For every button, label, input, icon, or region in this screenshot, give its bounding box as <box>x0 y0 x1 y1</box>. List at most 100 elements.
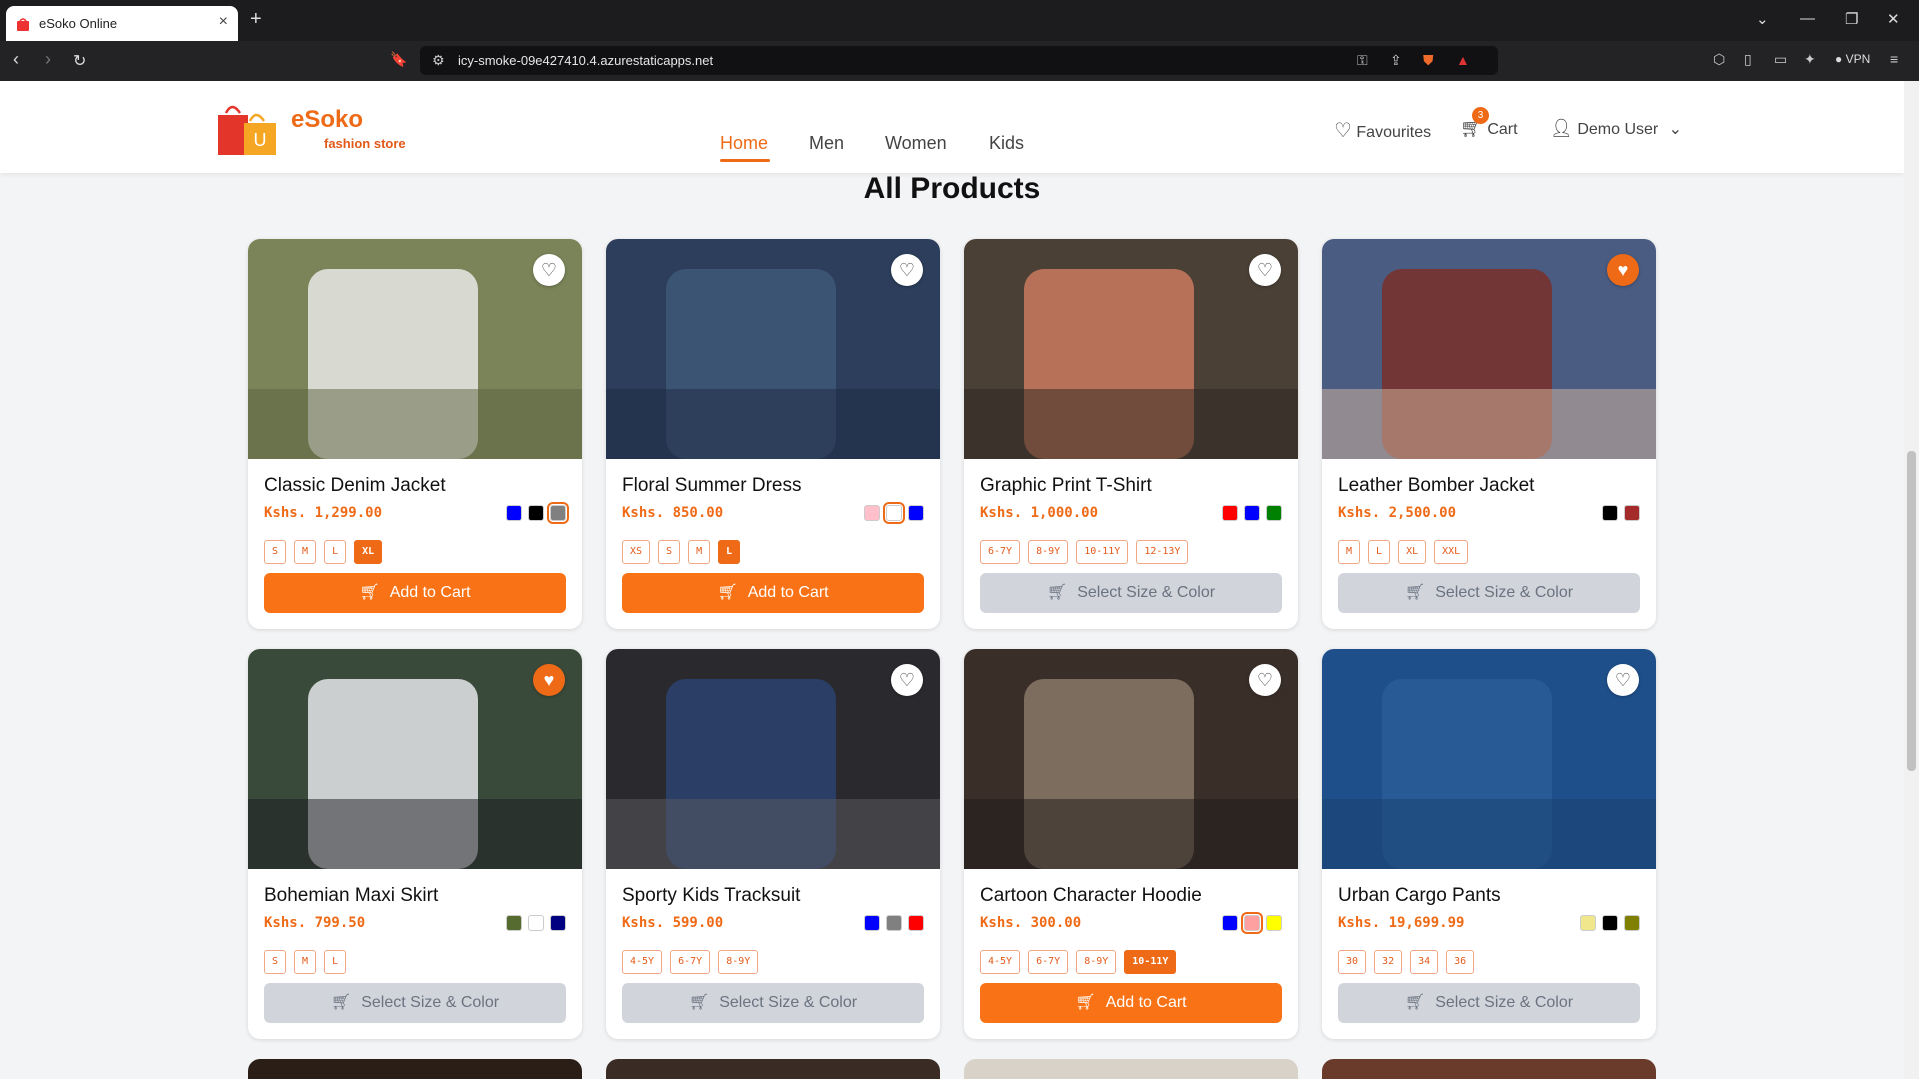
size-option[interactable]: S <box>658 540 681 564</box>
color-swatch[interactable] <box>528 505 544 521</box>
size-option[interactable]: XS <box>622 540 651 564</box>
browser-tab[interactable]: eSoko Online × <box>6 6 238 41</box>
product-image[interactable] <box>248 649 582 869</box>
size-option[interactable]: 30 <box>1338 950 1367 974</box>
color-swatch[interactable] <box>1222 505 1238 521</box>
nav-home[interactable]: Home <box>720 133 768 154</box>
product-card[interactable]: ♡ Classic Denim Jacket Kshs. 1,299.00 S M L XL… <box>248 239 582 629</box>
size-option[interactable]: XXL <box>1434 540 1469 564</box>
url-text[interactable]: icy-smoke-09e427410.4.azurestaticapps.ne… <box>458 53 713 68</box>
color-swatch[interactable] <box>1602 915 1618 931</box>
product-name[interactable]: Sporty Kids Tracksuit <box>622 885 800 907</box>
size-option[interactable]: 12-13Y <box>1136 540 1189 564</box>
product-card[interactable]: ♡ Graphic Print T-Shirt Kshs. 1,000.00 6-7Y… <box>964 239 1298 629</box>
size-option[interactable]: S <box>264 950 287 974</box>
favourite-heart-icon[interactable]: ♡ <box>1249 664 1281 696</box>
size-option[interactable]: 34 <box>1410 950 1439 974</box>
menu-icon[interactable]: ≡ <box>1890 51 1898 67</box>
back-icon[interactable]: ‹ <box>13 49 19 70</box>
size-option[interactable]: M <box>294 950 317 974</box>
color-swatch[interactable] <box>1266 505 1282 521</box>
product-image[interactable] <box>1322 649 1656 869</box>
brave-shield-icon[interactable]: ⛊ <box>1423 52 1434 69</box>
address-bar[interactable]: ⚙ icy-smoke-09e427410.4.azurestaticapps.… <box>420 46 1498 75</box>
color-swatch[interactable] <box>1241 912 1263 934</box>
color-swatch[interactable] <box>886 915 902 931</box>
product-card[interactable]: ♡ Cartoon Character Hoodie Kshs. 300.00 4-5… <box>964 649 1298 1039</box>
product-name[interactable]: Bohemian Maxi Skirt <box>264 885 438 907</box>
nav-kids[interactable]: Kids <box>989 133 1024 154</box>
size-option[interactable]: L <box>1368 540 1391 564</box>
page-scrollbar[interactable] <box>1904 81 1919 1079</box>
tab-list-icon[interactable]: ⌄ <box>1756 10 1769 28</box>
product-image[interactable] <box>1322 239 1656 459</box>
color-swatch[interactable] <box>1602 505 1618 521</box>
add-to-cart-button[interactable]: 🛒︎ Add to Cart <box>622 573 924 613</box>
size-option[interactable]: 6-7Y <box>670 950 711 974</box>
user-menu[interactable]: 👤︎ Demo User ⌄ <box>1550 118 1682 139</box>
add-to-cart-button[interactable]: 🛒︎ Select Size & Color <box>622 983 924 1023</box>
size-option[interactable]: M <box>294 540 317 564</box>
add-to-cart-button[interactable]: 🛒︎ Select Size & Color <box>1338 983 1640 1023</box>
size-option[interactable]: 6-7Y <box>980 540 1021 564</box>
color-swatch[interactable] <box>908 915 924 931</box>
color-swatch[interactable] <box>550 915 566 931</box>
size-option[interactable]: 8-9Y <box>1076 950 1117 974</box>
share-icon[interactable]: ⇪ <box>1390 52 1402 69</box>
color-swatch[interactable] <box>908 505 924 521</box>
product-name[interactable]: Cartoon Character Hoodie <box>980 885 1202 907</box>
size-option[interactable]: L <box>324 950 347 974</box>
bookmark-icon[interactable]: 🔖 <box>390 51 407 68</box>
color-swatch[interactable] <box>1624 915 1640 931</box>
nav-men[interactable]: Men <box>809 133 844 154</box>
size-option[interactable]: M <box>688 540 711 564</box>
color-swatch[interactable] <box>883 502 905 524</box>
add-to-cart-button[interactable]: 🛒︎ Select Size & Color <box>264 983 566 1023</box>
scrollbar-thumb[interactable] <box>1907 451 1916 771</box>
product-image[interactable] <box>606 649 940 869</box>
product-name[interactable]: Urban Cargo Pants <box>1338 885 1501 907</box>
restore-icon[interactable]: ❐ <box>1845 10 1858 28</box>
color-swatch[interactable] <box>1266 915 1282 931</box>
wallet-icon[interactable]: ▭ <box>1774 51 1787 68</box>
site-info-icon[interactable]: ⚙ <box>432 52 445 69</box>
color-swatch[interactable] <box>864 915 880 931</box>
close-tab-icon[interactable]: × <box>219 13 228 31</box>
product-image[interactable] <box>248 239 582 459</box>
favourite-heart-icon[interactable]: ♡ <box>1607 664 1639 696</box>
favourites-link[interactable]: ♡ Favourites <box>1334 118 1431 143</box>
color-swatch[interactable] <box>1580 915 1596 931</box>
rewards-icon[interactable]: ▲ <box>1456 52 1470 68</box>
product-name[interactable]: Floral Summer Dress <box>622 475 801 497</box>
color-swatch[interactable] <box>506 915 522 931</box>
extensions-icon[interactable]: ⬡ <box>1713 51 1725 68</box>
product-name[interactable]: Graphic Print T-Shirt <box>980 475 1152 497</box>
leo-ai-icon[interactable]: ✦ <box>1804 51 1816 68</box>
add-to-cart-button[interactable]: 🛒︎ Select Size & Color <box>1338 573 1640 613</box>
sidebar-icon[interactable]: ▯ <box>1744 51 1752 68</box>
shopping-bag-logo-icon[interactable]: U <box>218 99 276 157</box>
size-option[interactable]: M <box>1338 540 1361 564</box>
size-option[interactable]: 4-5Y <box>622 950 663 974</box>
size-option[interactable]: 8-9Y <box>718 950 759 974</box>
color-swatch[interactable] <box>528 915 544 931</box>
favourite-heart-icon[interactable]: ♡ <box>891 254 923 286</box>
favourite-heart-icon[interactable]: ♡ <box>891 664 923 696</box>
new-tab-icon[interactable]: + <box>250 8 262 31</box>
size-option[interactable]: L <box>718 540 741 564</box>
favourite-heart-icon[interactable]: ♡ <box>1249 254 1281 286</box>
size-option[interactable]: 10-11Y <box>1076 540 1129 564</box>
size-option[interactable]: 8-9Y <box>1028 540 1069 564</box>
color-swatch[interactable] <box>1222 915 1238 931</box>
key-icon[interactable]: ⚿ <box>1357 52 1368 69</box>
size-option[interactable]: XL <box>1398 540 1427 564</box>
close-window-icon[interactable]: ✕ <box>1887 10 1900 28</box>
size-option[interactable]: L <box>324 540 347 564</box>
size-option[interactable]: 6-7Y <box>1028 950 1069 974</box>
size-option[interactable]: XL <box>354 540 383 564</box>
color-swatch[interactable] <box>1624 505 1640 521</box>
product-card[interactable]: ♡ Sporty Kids Tracksuit Kshs. 599.00 4-5Y 6-… <box>606 649 940 1039</box>
product-card[interactable]: ♥ Leather Bomber Jacket Kshs. 2,500.00 M L XL… <box>1322 239 1656 629</box>
product-image[interactable] <box>964 649 1298 869</box>
favourite-heart-icon[interactable]: ♥ <box>533 664 565 696</box>
